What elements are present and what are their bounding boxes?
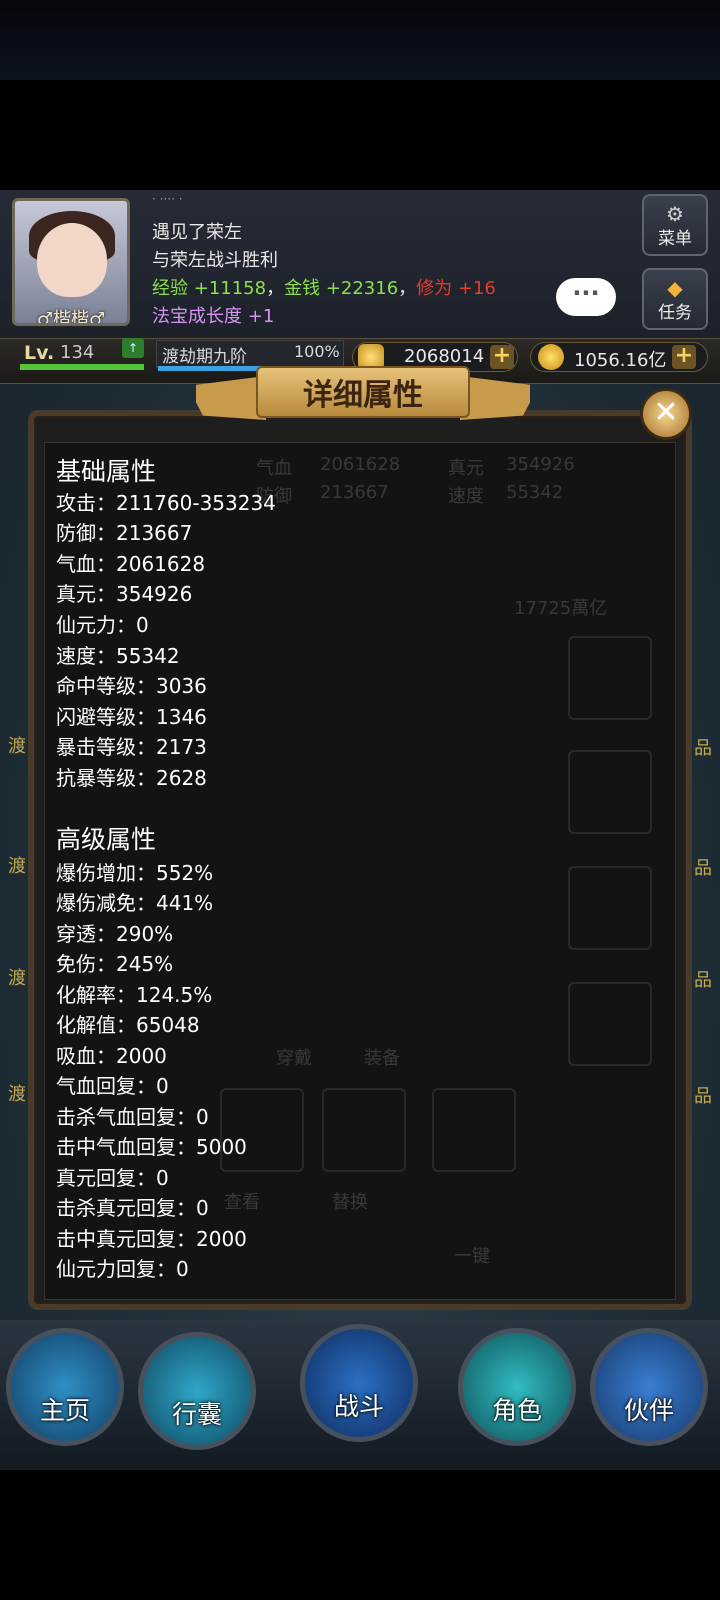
- attribute-row: 气血：2061628: [56, 552, 206, 576]
- attribute-row: 仙元力：0: [56, 613, 149, 637]
- dialog-title: 详细属性: [303, 378, 423, 413]
- nav-label: 伙伴: [623, 1396, 674, 1425]
- attribute-row: 击杀真元回复：0: [56, 1196, 209, 1220]
- attribute-row: 击杀气血回复：0: [56, 1105, 209, 1129]
- gold-coin-icon: [538, 344, 564, 370]
- dialog-title-banner: 详细属性: [196, 360, 530, 424]
- battle-log-reward: 经验 +11158，金钱 +22316，修为 +16: [152, 274, 496, 300]
- attribute-row: 穿透：290%: [56, 922, 174, 946]
- gear-icon: ⚙: [666, 202, 684, 226]
- attribute-row: 仙元力回复：0: [56, 1257, 189, 1281]
- nav-partner-button[interactable]: 伙伴: [590, 1328, 708, 1446]
- bg-edge-text: 品: [694, 738, 712, 759]
- attribute-row: 化解率：124.5%: [56, 983, 213, 1007]
- money-value: +22316: [325, 278, 399, 299]
- realm-percent: 100%: [294, 342, 340, 361]
- bg-edge-text: 渡: [8, 856, 26, 877]
- basic-attributes-heading: 基础属性: [56, 457, 157, 486]
- nav-label: 行囊: [171, 1400, 222, 1429]
- battle-log-treasure: 法宝成长度 +1: [152, 302, 274, 328]
- attribute-row: 化解值：65048: [56, 1013, 200, 1037]
- attribute-row: 免伤：245%: [56, 952, 174, 976]
- task-label: 任务: [658, 303, 692, 323]
- battle-log-line: 遇见了荣左: [152, 222, 242, 243]
- menu-button[interactable]: ⚙ 菜单: [642, 194, 708, 256]
- letterbox-bottom: [0, 1470, 720, 1600]
- money-label: 金钱: [284, 278, 321, 299]
- treasure-label: 法宝成长度: [152, 306, 242, 327]
- nav-home-button[interactable]: 主页: [6, 1328, 124, 1446]
- level-up-icon[interactable]: ↑: [122, 338, 144, 358]
- cultivation-label: 修为: [416, 278, 453, 299]
- gold-value: 1056.16亿: [574, 350, 667, 371]
- bg-edge-text: 渡: [8, 1084, 26, 1105]
- treasure-value: +1: [247, 306, 275, 327]
- banner-right-wing: [460, 376, 530, 420]
- attribute-row: 击中真元回复：2000: [56, 1227, 247, 1251]
- level-label: Lv.: [24, 342, 55, 364]
- game-screen: 渡 渡 渡 渡 品 品 品 品 ♂楷楷♂ · ···· · 遇见了荣左 与荣左战…: [0, 190, 720, 1470]
- letterbox-top: [0, 80, 720, 190]
- attribute-row: 攻击：211760-353234: [56, 491, 276, 515]
- level-value: 134: [60, 342, 95, 363]
- avatar-face: [37, 223, 107, 297]
- attribute-row: 吸血：2000: [56, 1044, 167, 1068]
- chat-bubble-icon[interactable]: ···: [556, 278, 616, 316]
- battle-log-line: 与荣左战斗胜利: [152, 250, 278, 271]
- nav-label: 主页: [39, 1396, 90, 1425]
- attribute-row: 爆伤增加：552%: [56, 861, 214, 885]
- separator: ，: [266, 278, 285, 299]
- attribute-row: 真元：354926: [56, 582, 193, 606]
- attribute-row: 真元回复：0: [56, 1166, 169, 1190]
- attribute-row: 击中气血回复：5000: [56, 1135, 247, 1159]
- close-icon[interactable]: ✕: [640, 388, 692, 440]
- nav-label: 角色: [491, 1396, 542, 1425]
- player-name: ♂楷楷♂: [36, 309, 106, 326]
- attribute-row: 暴击等级：2173: [56, 735, 207, 759]
- level-progress-fill: [20, 364, 144, 370]
- nav-battle-button[interactable]: 战斗: [300, 1324, 418, 1442]
- add-gold-button[interactable]: +: [672, 345, 696, 369]
- nav-label: 战斗: [333, 1392, 384, 1421]
- battle-log-line: · ···· ·: [152, 192, 183, 206]
- exp-value: +11158: [193, 278, 267, 299]
- attribute-row: 爆伤减免：441%: [56, 891, 214, 915]
- status-strip: [0, 0, 720, 80]
- cultivation-value: +16: [457, 278, 496, 299]
- bg-edge-text: 品: [694, 970, 712, 991]
- attribute-row: 速度：55342: [56, 644, 180, 668]
- attribute-row: 闪避等级：1346: [56, 705, 207, 729]
- exp-label: 经验: [152, 278, 188, 299]
- advanced-attributes-heading: 高级属性: [56, 825, 157, 854]
- attribute-row: 命中等级：3036: [56, 674, 207, 698]
- attribute-row: 气血回复：0: [56, 1074, 169, 1098]
- bg-edge-text: 渡: [8, 736, 26, 757]
- attribute-row: 抗暴等级：2628: [56, 766, 207, 790]
- task-icon: ◆: [667, 276, 683, 300]
- nav-role-button[interactable]: 角色: [458, 1328, 576, 1446]
- bg-edge-text: 品: [694, 858, 712, 879]
- bg-edge-text: 品: [694, 1086, 712, 1107]
- avatar[interactable]: ♂楷楷♂: [12, 198, 130, 326]
- bg-edge-text: 渡: [8, 968, 26, 989]
- attribute-row: 防御：213667: [56, 521, 193, 545]
- menu-label: 菜单: [658, 229, 692, 249]
- task-button[interactable]: ◆ 任务: [642, 268, 708, 330]
- nav-bag-button[interactable]: 行囊: [138, 1332, 256, 1450]
- separator: ，: [398, 278, 417, 299]
